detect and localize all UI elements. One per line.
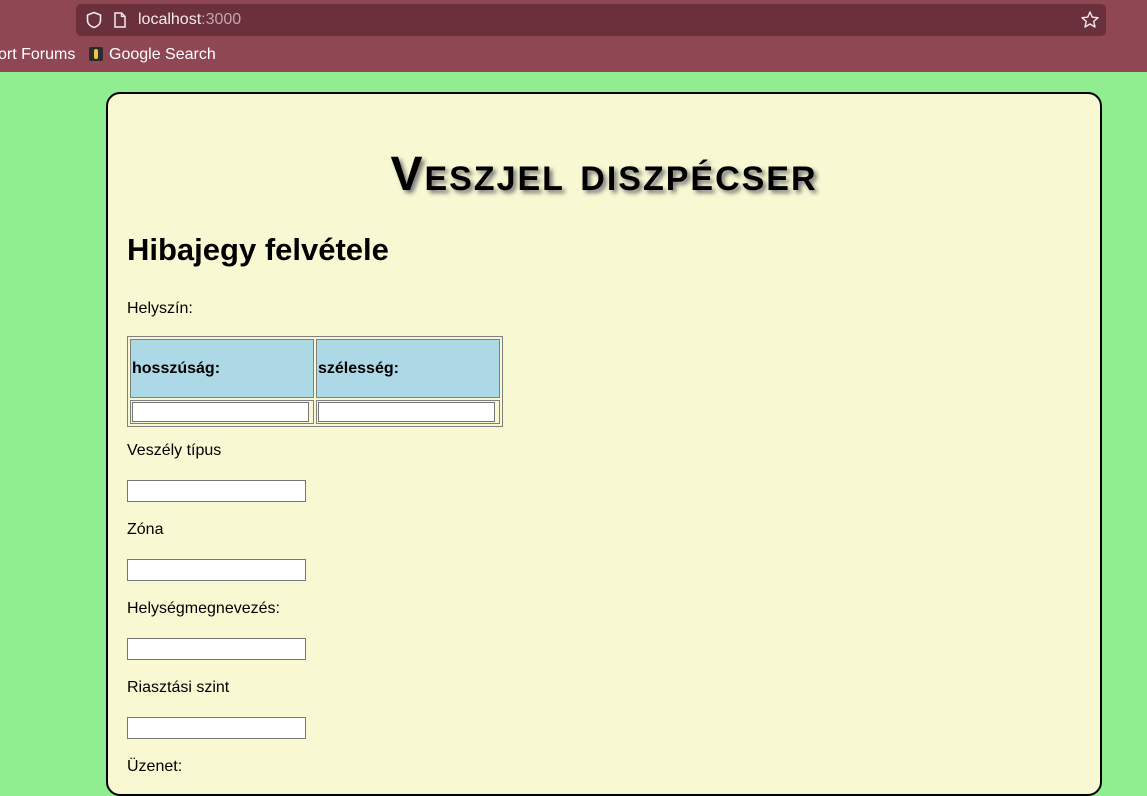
url-host: localhost	[138, 11, 202, 28]
main-card: Veszjel diszpécser Hibajegy felvétele He…	[106, 92, 1102, 796]
bookmark-star-icon[interactable]	[1080, 10, 1100, 30]
url-port: :3000	[201, 11, 242, 28]
danger-type-label: Veszély típus	[127, 442, 222, 459]
danger-type-input[interactable]	[127, 480, 306, 502]
app-title: Veszjel diszpécser	[390, 148, 818, 201]
page-heading: Hibajegy felvétele	[127, 232, 389, 267]
coordinates-table: hosszúság: szélesség:	[127, 336, 503, 427]
longitude-input[interactable]	[132, 402, 309, 422]
latitude-header: szélesség:	[316, 339, 500, 398]
zone-input[interactable]	[127, 559, 306, 581]
browser-chrome: localhost:3000 ort Forums Google Search	[0, 0, 1147, 72]
zone-label: Zóna	[127, 521, 164, 538]
location-label: Helyszín:	[127, 300, 193, 317]
bookmark-google-search[interactable]: Google Search	[89, 44, 216, 66]
address-bar[interactable]: localhost:3000	[76, 4, 1106, 36]
alert-level-input[interactable]	[127, 717, 306, 739]
url-text[interactable]: localhost:3000	[138, 10, 241, 30]
favicon-icon	[89, 47, 103, 61]
bookmarks-bar: ort Forums Google Search	[0, 44, 1147, 68]
shield-icon[interactable]	[85, 11, 103, 29]
page-icon	[114, 12, 126, 28]
place-name-input[interactable]	[127, 638, 306, 660]
latitude-cell	[316, 400, 500, 424]
bookmark-label: Google Search	[109, 46, 216, 63]
alert-level-label: Riasztási szint	[127, 679, 230, 696]
bookmark-forums[interactable]: ort Forums	[0, 44, 75, 66]
latitude-input[interactable]	[318, 402, 495, 422]
longitude-cell	[130, 400, 314, 424]
place-name-label: Helységmegnevezés:	[127, 600, 280, 617]
longitude-header: hosszúság:	[130, 339, 314, 398]
